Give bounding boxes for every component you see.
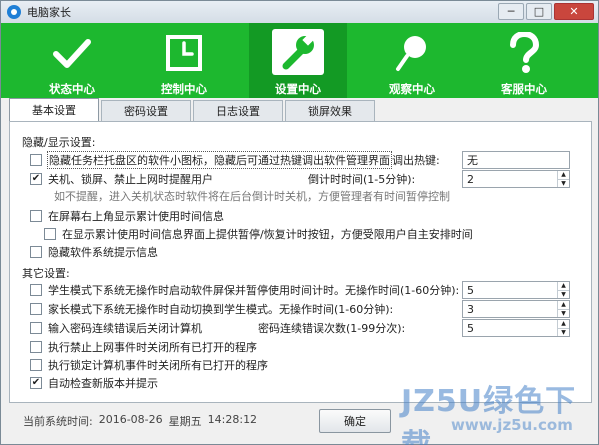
arrow-down-icon[interactable]: ▼	[558, 308, 569, 318]
nav-service-center[interactable]: 客服中心	[475, 23, 573, 98]
question-icon	[499, 31, 549, 75]
app-logo-icon	[7, 5, 21, 19]
checkbox[interactable]	[44, 228, 56, 240]
section-other-title: 其它设置:	[22, 267, 70, 280]
section-display-title: 隐藏/显示设置:	[22, 136, 96, 149]
option-label: 执行禁止上网事件时关闭所有已打开的程序	[48, 341, 257, 354]
nav-label: 观察中心	[389, 82, 435, 96]
nav-status-center[interactable]: 状态中心	[23, 23, 121, 98]
tab-lock-effect[interactable]: 锁屏效果	[285, 100, 375, 121]
status-label: 当前系统时间:	[23, 415, 93, 428]
nav-label: 设置中心	[275, 82, 321, 96]
nav-label: 控制中心	[161, 82, 207, 96]
hotkey-label: 调出热键:	[392, 154, 440, 167]
basic-settings-panel: 隐藏/显示设置: 隐藏任务栏托盘区的软件小图标，隐藏后可通过热键调出软件管理界面…	[9, 121, 592, 403]
option-label: 输入密码连续错误后关闭计算机	[48, 322, 202, 335]
checkbox[interactable]: ✔	[30, 173, 42, 185]
nav-label: 客服中心	[501, 82, 547, 96]
arrow-up-icon[interactable]: ▲	[558, 320, 569, 328]
option-hide-system-tips[interactable]: 隐藏软件系统提示信息	[30, 244, 158, 260]
nav-control-center[interactable]: 控制中心	[135, 23, 233, 98]
option-label: 自动检查新版本并提示	[48, 377, 158, 390]
option-label: 家长模式下系统无操作时自动切换到学生模式。无操作时间(1-60分钟):	[48, 303, 394, 316]
option-label: 在屏幕右上角显示累计使用时间信息	[48, 210, 224, 223]
arrow-up-icon[interactable]: ▲	[558, 282, 569, 290]
window-controls: ─ □ ✕	[498, 3, 594, 20]
stepper-value: 5	[467, 283, 474, 297]
countdown-label: 倒计时时间(1-5分钟):	[308, 173, 416, 186]
option-label: 学生模式下系统无操作时启动软件屏保并暂停使用时间计时。无操作时间(1-60分钟)…	[48, 284, 460, 297]
wrong-count-stepper[interactable]: 5 ▲ ▼	[462, 319, 570, 337]
stepper-value: 2	[467, 172, 474, 186]
arrow-down-icon[interactable]: ▼	[558, 327, 569, 337]
watermark-logo: JZ5U绿色下载	[401, 384, 577, 445]
arrow-down-icon[interactable]: ▼	[558, 178, 569, 188]
watermark-url: www.jz5u.com	[451, 416, 573, 434]
nav-observe-center[interactable]: 观察中心	[363, 23, 461, 98]
main-nav: 状态中心 控制中心 设置中心 观察中心 客服中心	[1, 23, 598, 98]
checkbox[interactable]	[30, 322, 42, 334]
option-show-usage-time[interactable]: 在屏幕右上角显示累计使用时间信息	[30, 208, 224, 224]
watermark: JZ5U绿色下载 www.jz5u.com	[401, 376, 597, 445]
option-label: 隐藏任务栏托盘区的软件小图标，隐藏后可通过热键调出软件管理界面	[47, 151, 392, 169]
stepper-arrows[interactable]: ▲ ▼	[557, 171, 569, 187]
option-close-on-block[interactable]: 执行禁止上网事件时关闭所有已打开的程序	[30, 339, 257, 355]
stepper-arrows[interactable]: ▲ ▼	[557, 320, 569, 336]
stepper-value: 5	[467, 321, 474, 335]
wrong-count-label: 密码连续错误次数(1-99分次):	[258, 322, 406, 335]
nav-settings-center[interactable]: 设置中心	[249, 23, 347, 98]
app-window: 电脑家长 ─ □ ✕ 状态中心 控制中心 设置中心 观察中心 客服中心 基本设置…	[0, 0, 599, 445]
minimize-button[interactable]: ─	[498, 3, 524, 20]
stepper-arrows[interactable]: ▲ ▼	[557, 282, 569, 298]
window-title: 电脑家长	[27, 6, 71, 19]
option-hide-tray-icon[interactable]: 隐藏任务栏托盘区的软件小图标，隐藏后可通过热键调出软件管理界面	[30, 151, 392, 169]
option-label: 关机、锁屏、禁止上网时提醒用户	[48, 173, 213, 186]
arrow-up-icon[interactable]: ▲	[558, 301, 569, 309]
wrench-icon	[272, 29, 324, 75]
clock-icon	[159, 31, 209, 75]
tab-log-settings[interactable]: 日志设置	[193, 100, 283, 121]
checkbox[interactable]	[30, 341, 42, 353]
parent-idle-stepper[interactable]: 3 ▲ ▼	[462, 300, 570, 318]
nav-label: 状态中心	[49, 82, 95, 96]
countdown-stepper[interactable]: 2 ▲ ▼	[462, 170, 570, 188]
option-label: 执行锁定计算机事件时关闭所有已打开的程序	[48, 359, 268, 372]
status-weekday: 星期五	[168, 415, 202, 428]
option-student-idle[interactable]: 学生模式下系统无操作时启动软件屏保并暂停使用时间计时。无操作时间(1-60分钟)…	[30, 282, 459, 298]
checkbox[interactable]	[30, 303, 42, 315]
close-button[interactable]: ✕	[554, 3, 594, 20]
settings-tabs: 基本设置 密码设置 日志设置 锁屏效果	[9, 98, 592, 122]
option-label: 隐藏软件系统提示信息	[48, 246, 158, 259]
tab-basic-settings[interactable]: 基本设置	[9, 98, 99, 121]
title-bar: 电脑家长 ─ □ ✕	[1, 1, 598, 23]
checkbox[interactable]	[30, 284, 42, 296]
option-label: 在显示累计使用时间信息界面上提供暂停/恢复计时按钮，方便受限用户自主安排时间	[62, 228, 473, 241]
ok-button[interactable]: 确定	[319, 409, 391, 433]
student-idle-stepper[interactable]: 5 ▲ ▼	[462, 281, 570, 299]
tab-password-settings[interactable]: 密码设置	[101, 100, 191, 121]
arrow-down-icon[interactable]: ▼	[558, 289, 569, 299]
magnifier-icon	[387, 31, 437, 75]
option-parent-idle[interactable]: 家长模式下系统无操作时自动切换到学生模式。无操作时间(1-60分钟):	[30, 301, 393, 317]
stepper-value: 3	[467, 302, 474, 316]
option-auto-update[interactable]: ✔ 自动检查新版本并提示	[30, 375, 158, 391]
maximize-button[interactable]: □	[526, 3, 552, 20]
status-date: 2016-08-26	[98, 413, 163, 426]
checkbox[interactable]	[30, 154, 42, 166]
option-close-on-lock[interactable]: 执行锁定计算机事件时关闭所有已打开的程序	[30, 357, 268, 373]
checkbox[interactable]	[30, 246, 42, 258]
hotkey-input[interactable]: 无	[462, 151, 570, 169]
option-shutdown-remind[interactable]: ✔ 关机、锁屏、禁止上网时提醒用户	[30, 171, 213, 187]
checkmark-icon	[47, 31, 97, 75]
checkbox[interactable]: ✔	[30, 377, 42, 389]
stepper-arrows[interactable]: ▲ ▼	[557, 301, 569, 317]
option-wrong-password[interactable]: 输入密码连续错误后关闭计算机	[30, 320, 202, 336]
shutdown-note: 如不提醒，进入关机状态时软件将在后台倒计时关机，方便管理者有时间暂停控制	[54, 190, 450, 203]
status-bar: 当前系统时间: 2016-08-26 星期五 14:28:12	[23, 413, 257, 429]
arrow-up-icon[interactable]: ▲	[558, 171, 569, 179]
option-show-pause-button[interactable]: 在显示累计使用时间信息界面上提供暂停/恢复计时按钮，方便受限用户自主安排时间	[44, 226, 473, 242]
checkbox[interactable]	[30, 359, 42, 371]
status-time: 14:28:12	[207, 413, 258, 426]
checkbox[interactable]	[30, 210, 42, 222]
